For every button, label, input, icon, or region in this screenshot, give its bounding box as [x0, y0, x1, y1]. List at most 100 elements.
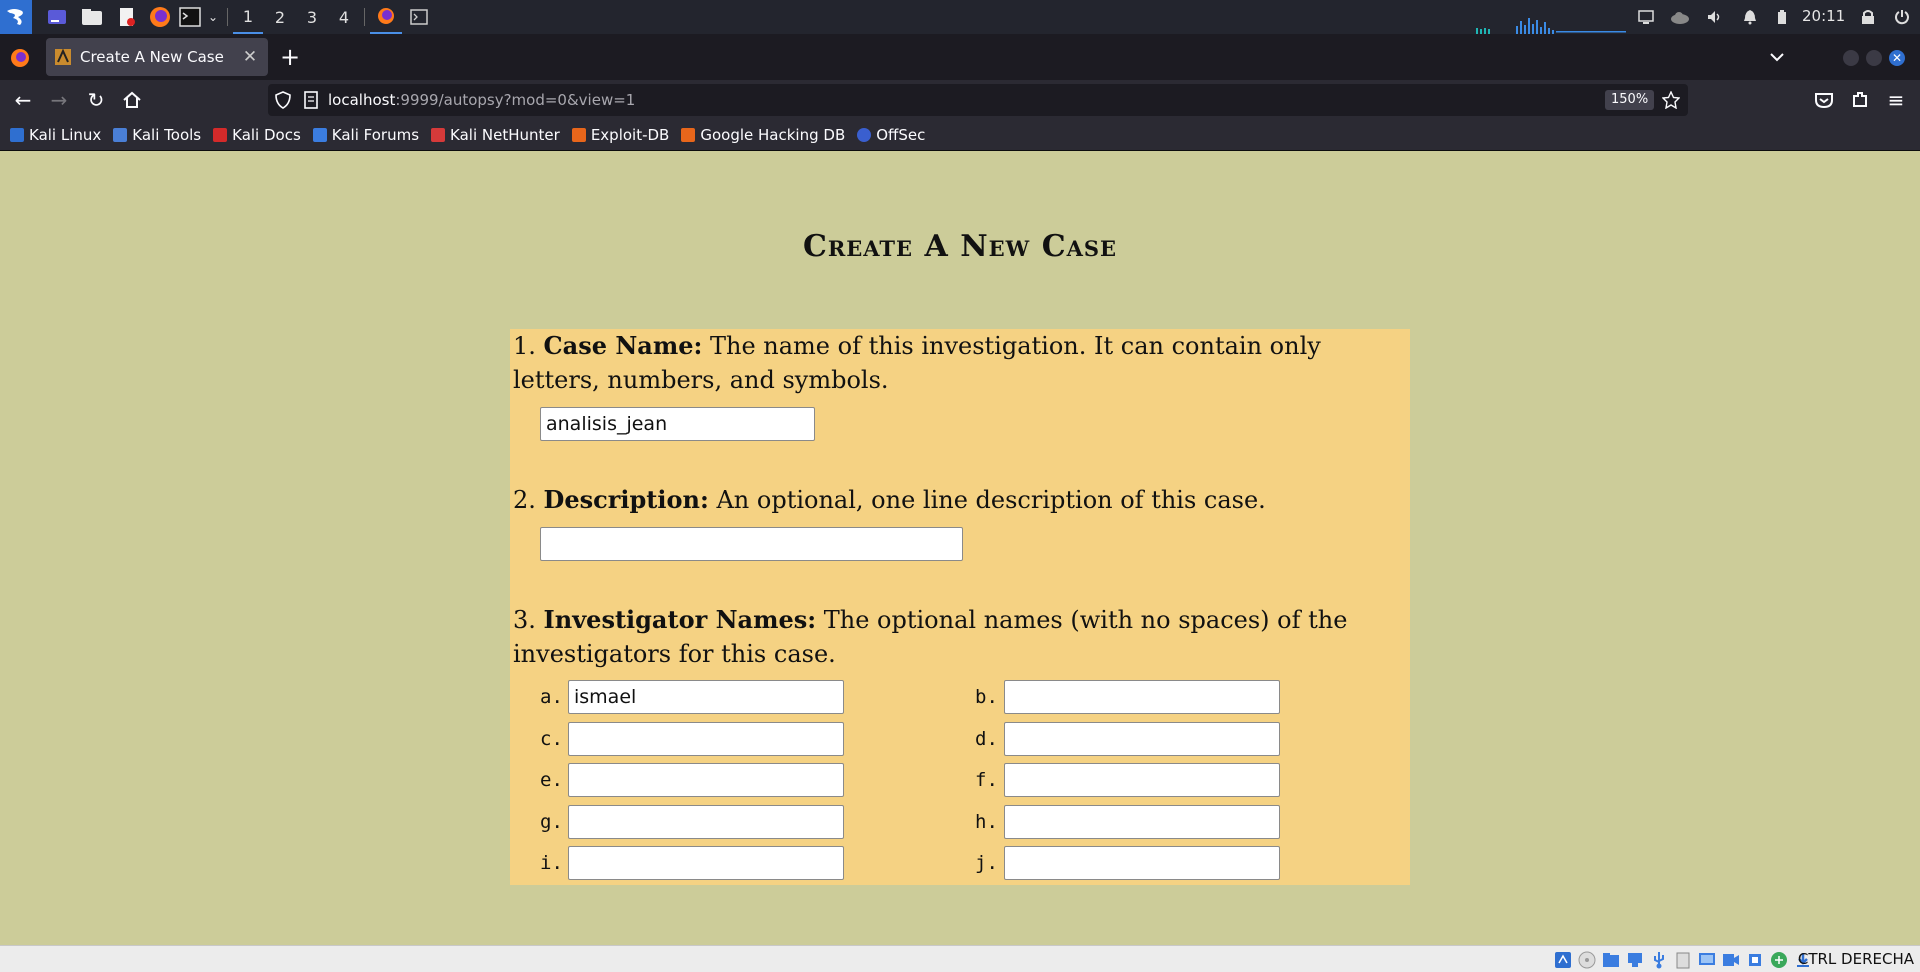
taskbar-separator: [227, 8, 228, 26]
shared-folder-icon[interactable]: [1602, 951, 1620, 969]
bookmark-kali-docs[interactable]: Kali Docs: [213, 126, 301, 144]
investigator-b-input[interactable]: [1004, 680, 1280, 714]
investigator-c-label: c.: [540, 728, 563, 750]
bookmark-google-hacking-db[interactable]: Google Hacking DB: [681, 126, 845, 144]
workspace-4[interactable]: 4: [329, 0, 359, 34]
minimize-window-button[interactable]: [1843, 50, 1859, 66]
workspace-2[interactable]: 2: [265, 0, 295, 34]
reload-button[interactable]: ↻: [84, 88, 108, 112]
investigator-names-label: Investigator Names:: [543, 605, 817, 634]
bookmark-label: Kali Forums: [331, 126, 420, 144]
workspace-1[interactable]: 1: [233, 0, 263, 34]
text-editor-icon[interactable]: [116, 0, 138, 34]
bookmark-kali-forums[interactable]: Kali Forums: [312, 126, 420, 144]
url-bar[interactable]: localhost:9999/autopsy?mod=0&view=1 150%: [268, 84, 1688, 116]
terminal-launcher-icon[interactable]: [178, 0, 202, 34]
back-button[interactable]: ←: [11, 88, 35, 112]
bookmark-offsec[interactable]: OffSec: [857, 126, 925, 144]
ghdb-icon: [681, 128, 696, 142]
bookmark-label: Kali Docs: [232, 126, 301, 144]
extensions-icon[interactable]: [1848, 88, 1872, 112]
bookmark-label: Kali NetHunter: [450, 126, 560, 144]
case-name-input[interactable]: analisis_jean: [540, 407, 815, 441]
volume-icon[interactable]: [1706, 9, 1722, 25]
workspace-3[interactable]: 3: [297, 0, 327, 34]
investigator-g-label: g.: [540, 811, 563, 833]
display-icon[interactable]: [1638, 9, 1654, 25]
investigator-f-input[interactable]: [1004, 763, 1280, 797]
shield-icon[interactable]: [274, 91, 292, 109]
taskbar-separator: [364, 8, 365, 26]
investigator-c-input[interactable]: [568, 722, 844, 756]
bookmark-star-icon[interactable]: [1662, 91, 1680, 109]
pocket-icon[interactable]: [1812, 88, 1836, 112]
investigator-e-input[interactable]: [568, 763, 844, 797]
recording-icon[interactable]: [1722, 951, 1740, 969]
page-info-icon[interactable]: [302, 91, 320, 109]
firefox-window-button[interactable]: [370, 0, 402, 34]
file-manager-icon[interactable]: [80, 0, 104, 34]
bookmark-label: Kali Tools: [132, 126, 202, 144]
bookmark-kali-nethunter[interactable]: Kali NetHunter: [431, 126, 560, 144]
investigator-a-input[interactable]: ismael: [568, 680, 844, 714]
bookmark-kali-tools[interactable]: Kali Tools: [113, 126, 201, 144]
description-description: 2. Description: An optional, one line de…: [513, 483, 1393, 517]
zoom-level-badge[interactable]: 150%: [1605, 90, 1655, 110]
display-status-icon[interactable]: [1698, 951, 1716, 969]
close-tab-icon[interactable]: ✕: [240, 47, 260, 67]
terminal-window-button[interactable]: [406, 0, 432, 34]
lock-icon[interactable]: [1860, 9, 1876, 25]
case-name-label: Case Name:: [543, 331, 703, 360]
cpu-graph-icon: [1476, 18, 1626, 34]
description-help: An optional, one line description of thi…: [708, 486, 1266, 514]
audio-status-icon[interactable]: [1554, 951, 1572, 969]
list-all-tabs-icon[interactable]: [1768, 48, 1786, 66]
url-path: :9999/autopsy?mod=0&view=1: [395, 91, 636, 109]
question-number: 1.: [513, 332, 536, 360]
investigator-i-input[interactable]: [568, 846, 844, 880]
kali-menu-icon[interactable]: [0, 0, 32, 34]
investigator-j-input[interactable]: [1004, 846, 1280, 880]
usb-icon[interactable]: [1650, 951, 1668, 969]
shared-clipboard-icon[interactable]: [1674, 951, 1692, 969]
firefox-view-icon[interactable]: [10, 48, 30, 68]
new-tab-button[interactable]: +: [278, 43, 302, 71]
description-input[interactable]: [540, 527, 963, 561]
investigator-names-description: 3. Investigator Names: The optional name…: [513, 603, 1393, 671]
battery-icon[interactable]: [1776, 9, 1788, 25]
network-cloud-icon[interactable]: [1670, 9, 1690, 25]
chevron-down-icon[interactable]: ⌄: [206, 0, 220, 34]
notification-bell-icon[interactable]: [1742, 9, 1758, 25]
forward-button[interactable]: →: [47, 88, 71, 112]
close-window-button[interactable]: ✕: [1889, 50, 1905, 66]
new-case-form: 1. Case Name: The name of this investiga…: [510, 329, 1410, 885]
nethunter-icon: [431, 128, 446, 142]
investigator-g-input[interactable]: [568, 805, 844, 839]
menu-button[interactable]: ≡: [1884, 88, 1908, 112]
question-number: 3.: [513, 606, 536, 634]
bookmark-kali-linux[interactable]: Kali Linux: [10, 126, 101, 144]
show-desktop-icon[interactable]: [46, 0, 68, 34]
bookmark-exploit-db[interactable]: Exploit-DB: [571, 126, 669, 144]
cpu-status-icon[interactable]: [1746, 951, 1764, 969]
optical-drive-icon[interactable]: [1578, 951, 1596, 969]
firefox-launcher-icon[interactable]: [148, 0, 172, 34]
mouse-integration-icon[interactable]: [1770, 951, 1788, 969]
bookmark-label: Google Hacking DB: [700, 126, 846, 144]
investigator-a-label: a.: [540, 686, 563, 708]
investigator-h-input[interactable]: [1004, 805, 1280, 839]
url-text[interactable]: localhost:9999/autopsy?mod=0&view=1: [328, 91, 635, 109]
home-button[interactable]: [120, 88, 144, 112]
question-number: 2.: [513, 486, 536, 514]
power-icon[interactable]: [1894, 9, 1910, 25]
clock[interactable]: 20:11: [1802, 7, 1845, 25]
network-adapter-icon[interactable]: [1626, 951, 1644, 969]
tab-create-new-case[interactable]: Create A New Case ✕: [46, 38, 268, 76]
description-label: Description:: [543, 485, 709, 514]
navigation-toolbar: ← → ↻ localhost:9999/autopsy?mod=0&view=…: [0, 80, 1920, 120]
maximize-window-button[interactable]: [1866, 50, 1882, 66]
autopsy-favicon-icon: [55, 48, 71, 65]
investigator-d-input[interactable]: [1004, 722, 1280, 756]
investigator-d-label: d.: [975, 728, 998, 750]
offsec-icon: [857, 128, 872, 142]
